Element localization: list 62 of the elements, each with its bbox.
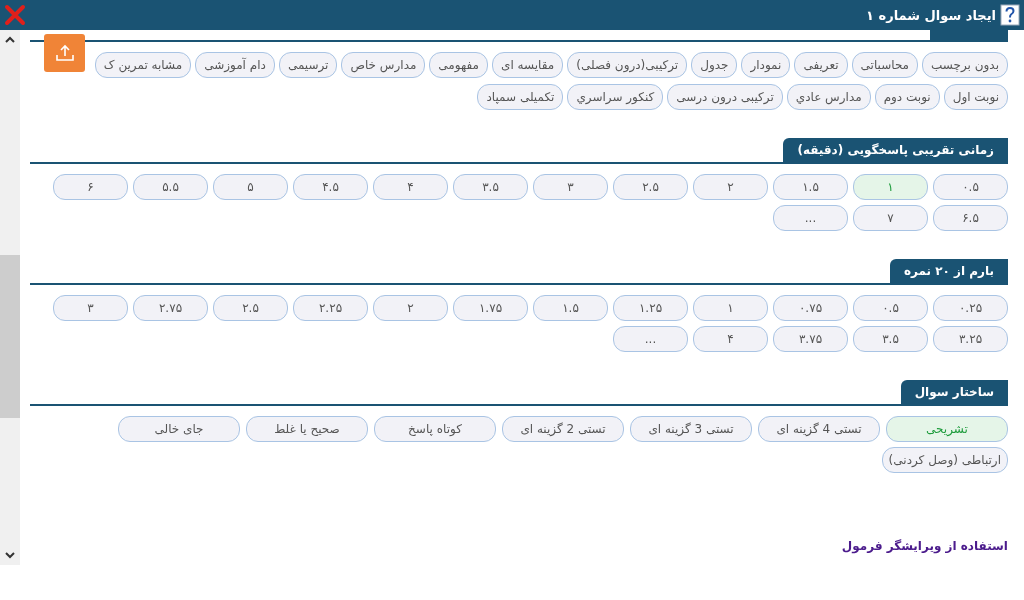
scroll-down-icon[interactable] <box>4 549 16 561</box>
option-chip[interactable]: ۰.۷۵ <box>773 295 848 321</box>
option-chip[interactable]: تکمیلی سمپاد <box>477 84 564 110</box>
scrollbar[interactable] <box>0 30 20 565</box>
option-chip[interactable]: ۴ <box>373 174 448 200</box>
option-chip[interactable]: ... <box>773 205 848 231</box>
option-chip[interactable]: ۳ <box>533 174 608 200</box>
option-chip[interactable]: مفهومی <box>429 52 489 78</box>
option-chip[interactable]: ۱.۵ <box>533 295 608 321</box>
option-chip[interactable]: مدارس خاص <box>341 52 426 78</box>
option-chip[interactable]: ۲.۷۵ <box>133 295 208 321</box>
option-chip[interactable]: جای خالی <box>118 416 240 442</box>
option-chip[interactable]: ... <box>613 326 688 352</box>
upload-icon <box>54 44 75 62</box>
option-chip[interactable]: تستی 2 گزینه ای <box>502 416 624 442</box>
option-chip[interactable]: ۲ <box>693 174 768 200</box>
option-chip[interactable]: ۲ <box>373 295 448 321</box>
option-chip[interactable]: کوتاه پاسخ <box>374 416 496 442</box>
option-chip[interactable]: ترکیبی(درون فصلی) <box>567 52 688 78</box>
option-chip[interactable]: ۱ <box>693 295 768 321</box>
window-title: ایجاد سوال شماره ۱ <box>866 7 996 23</box>
option-chip[interactable]: کنکور سراسري <box>567 84 664 110</box>
option-chip[interactable]: محاسباتی <box>851 52 919 78</box>
option-chip[interactable]: صحیح یا غلط <box>246 416 368 442</box>
option-chip[interactable]: ۳.۵ <box>853 326 928 352</box>
option-chip[interactable]: نوبت دوم <box>874 84 940 110</box>
option-chip[interactable]: ۶ <box>53 174 128 200</box>
formula-editor-link[interactable]: استفاده از ویرایشگر فرمول <box>841 539 1008 553</box>
option-chip[interactable]: ۲.۵ <box>213 295 288 321</box>
option-chip[interactable]: ۵.۵ <box>133 174 208 200</box>
option-chip[interactable]: ارتباطی (وصل کردنی) <box>881 447 1008 473</box>
option-chip[interactable]: ترکیبی درون درسی <box>667 84 783 110</box>
option-chip[interactable]: ۰.۲۵ <box>933 295 1008 321</box>
option-chip[interactable]: ۴ <box>693 326 768 352</box>
option-chip[interactable]: مدارس عادي <box>786 84 871 110</box>
option-chip[interactable]: ۶.۵ <box>933 205 1008 231</box>
option-chip[interactable]: دام آموزشی <box>195 52 275 78</box>
option-chip[interactable]: ۲.۵ <box>613 174 688 200</box>
option-chip[interactable]: مقایسه ای <box>492 52 564 78</box>
option-chip[interactable]: ۷ <box>853 205 928 231</box>
option-chip[interactable]: ۳.۲۵ <box>933 326 1008 352</box>
option-chip[interactable]: ۱.۷۵ <box>453 295 528 321</box>
option-chip[interactable]: تستی 3 گزینه ای <box>630 416 752 442</box>
option-chip[interactable]: ۳ <box>53 295 128 321</box>
option-chip[interactable]: ۳.۷۵ <box>773 326 848 352</box>
option-chip[interactable]: ۱.۵ <box>773 174 848 200</box>
option-chip[interactable]: ۴.۵ <box>293 174 368 200</box>
option-chip[interactable]: ۵ <box>213 174 288 200</box>
option-chip[interactable]: ترسیمی <box>278 52 338 78</box>
help-icon[interactable] <box>1000 4 1020 26</box>
option-chip[interactable]: جدول <box>691 52 738 78</box>
option-chip[interactable]: نمودار <box>741 52 791 78</box>
option-chip[interactable]: ۳.۵ <box>453 174 528 200</box>
option-chip[interactable]: ۲.۲۵ <box>293 295 368 321</box>
option-chip[interactable]: ۱.۲۵ <box>613 295 688 321</box>
option-chip[interactable]: ۰.۵ <box>933 174 1008 200</box>
option-chip[interactable]: تعریفی <box>794 52 848 78</box>
option-chip[interactable]: ۰.۵ <box>853 295 928 321</box>
option-chip[interactable]: تستی 4 گزینه ای <box>758 416 880 442</box>
option-chip[interactable]: نوبت اول <box>943 84 1008 110</box>
option-chip[interactable]: بدون برچسب <box>922 52 1008 78</box>
option-chip[interactable]: مشابه تمرین ک <box>94 52 192 78</box>
